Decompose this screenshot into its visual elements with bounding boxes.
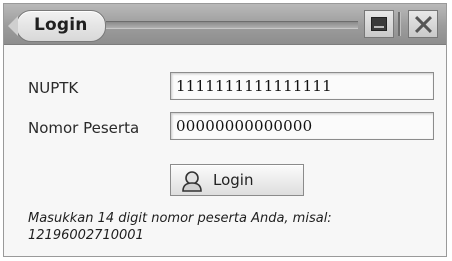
login-window: Login NUPTK 1111111111111111 Nomor Peser… xyxy=(3,3,447,257)
nomor-peserta-input[interactable]: 00000000000000 xyxy=(170,112,434,140)
nomor-peserta-label: Nomor Peserta xyxy=(28,119,140,137)
user-icon xyxy=(182,171,202,192)
maximize-icon xyxy=(371,17,387,31)
close-icon xyxy=(413,14,433,34)
hint-line-1: Masukkan 14 digit nomor peserta Anda, mi… xyxy=(28,211,332,226)
window-title: Login xyxy=(34,15,88,35)
maximize-button[interactable] xyxy=(364,10,394,38)
title-bar[interactable]: Login xyxy=(4,4,446,45)
nuptk-label: NUPTK xyxy=(28,79,79,97)
title-tab: Login xyxy=(8,10,106,42)
close-button[interactable] xyxy=(408,10,438,38)
login-button[interactable]: Login xyxy=(170,164,304,196)
nuptk-input[interactable]: 1111111111111111 xyxy=(170,72,434,100)
title-bar-separator xyxy=(398,12,401,36)
hint-text: Masukkan 14 digit nomor peserta Anda, mi… xyxy=(28,210,438,244)
hint-line-2: 12196002710001 xyxy=(28,228,144,243)
title-bar-track xyxy=(106,21,358,29)
login-form: NUPTK 1111111111111111 Nomor Peserta 000… xyxy=(4,45,446,256)
login-button-label: Login xyxy=(213,171,254,189)
